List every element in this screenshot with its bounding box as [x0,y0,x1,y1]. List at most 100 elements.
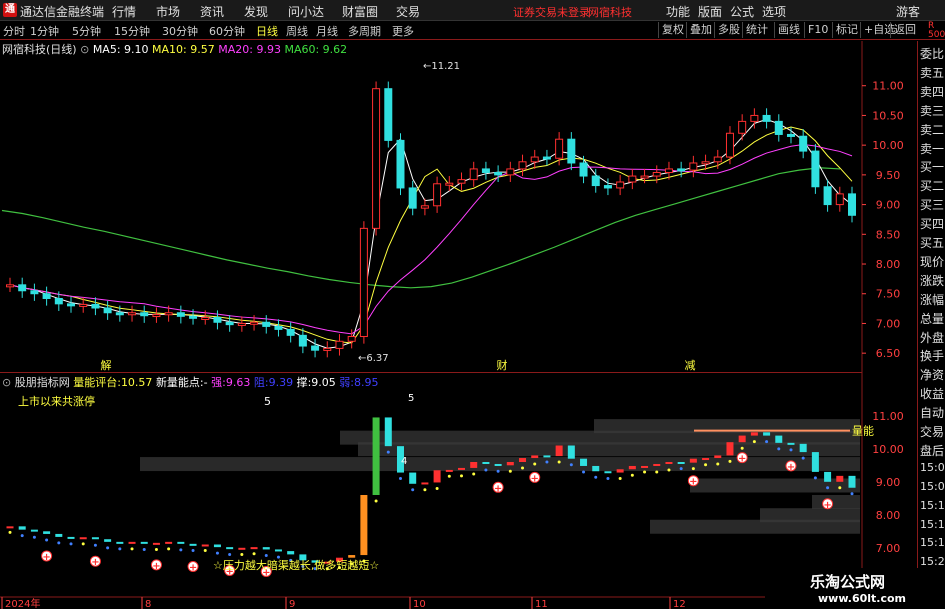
candle-body [811,150,820,188]
side-item-25[interactable]: 15:13 [920,518,945,531]
side-item-4[interactable]: 卖二 [920,121,944,138]
side-item-24[interactable]: 15:10 [920,499,945,512]
settings-icon[interactable]: ⊙ [2,376,11,389]
period-30min[interactable]: 30分钟 [162,23,198,39]
support-dot [252,552,256,556]
mark-button[interactable]: 标记 [832,22,861,38]
low-price-label: ←6.37 [358,353,389,364]
side-item-18[interactable]: 收益 [920,385,944,402]
menu-layout[interactable]: 版面 [698,3,722,20]
candle-body [54,297,63,305]
sub-candle [6,526,14,529]
pane-divider[interactable] [0,372,862,373]
side-item-7[interactable]: 买二 [920,177,944,194]
sub-candle [116,541,124,544]
side-item-22[interactable]: 15:00 [920,461,945,474]
side-item-2[interactable]: 卖四 [920,83,944,100]
sub-price-tick: 8.00 [876,509,901,522]
menu-news[interactable]: 资讯 [200,3,224,20]
buy-signal-plus: + [494,483,502,494]
side-item-12[interactable]: 涨跌 [920,272,944,289]
menu-function[interactable]: 功能 [666,3,690,20]
overlay-button[interactable]: 叠加 [686,22,715,38]
period-1min[interactable]: 1分钟 [30,23,59,39]
support-dot [521,466,525,470]
ma10-line [9,126,853,344]
menu-formula[interactable]: 公式 [730,3,754,20]
sub-candle [641,465,649,468]
menu-market[interactable]: 行情 [112,3,136,20]
candle-body [347,336,356,342]
side-item-5[interactable]: 卖一 [920,140,944,157]
sub-candle [79,537,87,540]
side-item-13[interactable]: 涨幅 [920,291,944,308]
sub-candle [445,469,453,472]
menu-options[interactable]: 选项 [762,3,786,20]
period-weekly[interactable]: 周线 [286,23,308,39]
sub-candle [360,495,368,556]
buy-signal-plus: + [823,500,831,511]
back-button[interactable]: 返回 [890,22,919,38]
menu-exchange[interactable]: 市场 [156,3,180,20]
candle-body [725,132,734,158]
limit-label: 上市以来共涨停 [18,394,95,408]
stock-title[interactable]: 网宿科技(日线) [2,43,77,56]
menu-ask[interactable]: 问小达 [288,3,324,20]
period-daily[interactable]: 日线 [256,23,278,39]
app-logo-icon: 通 [3,3,17,17]
side-item-11[interactable]: 现价 [920,253,944,270]
support-dot [557,460,561,464]
support-dot [826,486,830,490]
period-monthly[interactable]: 月线 [316,23,338,39]
side-item-26[interactable]: 15:16 [920,536,945,549]
sub-candle [201,544,209,547]
period-more[interactable]: 更多 [392,23,414,39]
main-price-tick: 9.50 [876,169,901,182]
period-5min[interactable]: 5分钟 [72,23,101,39]
side-item-15[interactable]: 外盘 [920,329,944,346]
sub-candle [848,475,856,488]
draw-button[interactable]: 画线 [774,22,803,38]
side-item-10[interactable]: 买五 [920,234,944,251]
side-item-21[interactable]: 盘后 [920,442,944,459]
support-dot [32,535,36,539]
side-item-6[interactable]: 买一 [920,158,944,175]
side-item-14[interactable]: 总量 [920,310,944,327]
multi-stock-button[interactable]: 多股 [714,22,743,38]
menu-trade[interactable]: 交易 [396,3,420,20]
period-multi[interactable]: 多周期 [348,23,381,39]
side-item-19[interactable]: 自动 [920,404,944,421]
menu-wealth[interactable]: 财富圈 [342,3,378,20]
sub-candle [55,533,63,537]
main-price-tick: 11.00 [872,80,904,93]
side-item-1[interactable]: 卖五 [920,64,944,81]
side-item-16[interactable]: 换手 [920,347,944,364]
period-timeshare[interactable]: 分时 [3,23,25,39]
side-item-17[interactable]: 净资 [920,366,944,383]
settings-icon[interactable]: ⊙ [80,43,89,56]
sub-candle [824,471,832,482]
period-15min[interactable]: 15分钟 [114,23,150,39]
side-item-23[interactable]: 15:00 [920,480,945,493]
chart-area[interactable]: 11.00 10.50 10.00 9.50 9.00 8.50 8.00 7.50 7.00 6… [0,41,917,609]
adjust-button[interactable]: 复权 [658,22,687,38]
side-item-27[interactable]: 15:22 [920,555,945,568]
login-warning[interactable]: 证券交易未登录 [513,4,590,20]
side-item-20[interactable]: 交易 [920,423,944,440]
sub-candle [128,541,136,544]
period-60min[interactable]: 60分钟 [209,23,245,39]
menu-discover[interactable]: 发现 [244,3,268,20]
support-dot [777,447,781,451]
side-item-0[interactable]: 委比 [920,45,944,62]
stats-button[interactable]: 统计 [742,22,771,38]
side-item-8[interactable]: 买三 [920,196,944,213]
sub-candle [665,462,673,464]
side-item-3[interactable]: 卖三 [920,102,944,119]
support-dot [130,547,134,551]
guest-label[interactable]: 游客 [896,3,920,20]
side-item-9[interactable]: 买四 [920,215,944,232]
candle-body [6,284,14,288]
indicator-title[interactable]: 股朋指标网 [15,376,70,389]
company-name: 网宿科技 [588,6,632,19]
f10-button[interactable]: F10 [804,22,831,38]
